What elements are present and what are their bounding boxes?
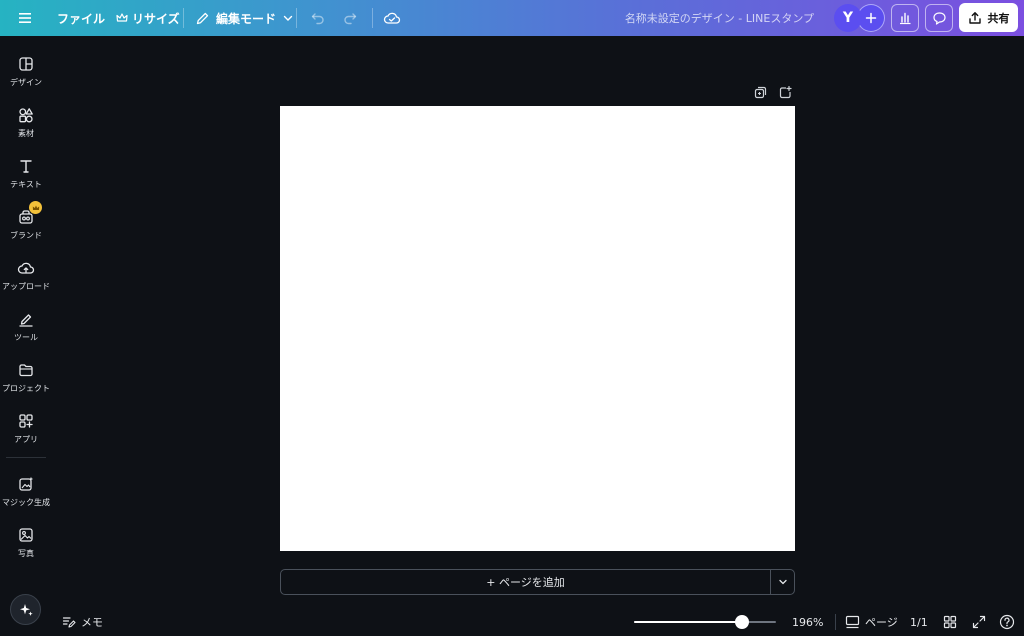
- zoom-level-label: 196%: [792, 615, 824, 629]
- text-icon: [18, 156, 34, 176]
- zoom-level-button[interactable]: 196%: [792, 612, 823, 632]
- top-toolbar: ファイル リサイズ 編集モード 名称未設定のデザイン - LINEスタンプ Y …: [0, 0, 1024, 36]
- sidebar-item-label: テキスト: [10, 180, 42, 189]
- add-page-icon-button[interactable]: [779, 86, 792, 100]
- cloud-check-icon: [383, 12, 401, 24]
- elements-icon: [18, 105, 34, 125]
- pages-button[interactable]: ページ: [845, 612, 898, 632]
- sidebar-item-uploads[interactable]: アップロード: [0, 256, 52, 300]
- sidebar-item-apps[interactable]: アプリ: [0, 409, 52, 453]
- sidebar-item-label: アプリ: [14, 435, 38, 444]
- sidebar-item-magic-media[interactable]: マジック生成: [0, 472, 52, 516]
- redo-button[interactable]: [342, 0, 358, 36]
- grid-view-icon: [943, 615, 957, 629]
- design-icon: [18, 54, 34, 74]
- resize-label: リサイズ: [132, 11, 180, 26]
- toolbar-divider: [183, 8, 184, 28]
- sidebar-item-label: デザイン: [10, 78, 42, 87]
- sidebar-item-label: ツール: [14, 333, 38, 342]
- sidebar-divider: [6, 457, 46, 458]
- file-menu-label: ファイル: [57, 11, 106, 26]
- notes-label: メモ: [81, 616, 103, 629]
- sidebar-item-tools[interactable]: ツール: [0, 307, 52, 351]
- apps-icon: [18, 411, 34, 431]
- draw-icon: [18, 309, 34, 329]
- zoom-slider-fill: [634, 621, 742, 623]
- sidebar-item-label: プロジェクト: [2, 384, 50, 393]
- sidebar-item-design[interactable]: デザイン: [0, 52, 52, 96]
- pages-icon: [845, 615, 860, 629]
- main-menu-button[interactable]: [14, 0, 36, 36]
- upload-share-icon: [968, 11, 981, 24]
- zoom-slider-thumb[interactable]: [735, 615, 749, 629]
- sidebar-item-label: マジック生成: [2, 498, 50, 507]
- chevron-down-icon: [778, 579, 787, 585]
- sidebar-item-label: アップロード: [2, 282, 50, 291]
- insights-button[interactable]: [891, 4, 919, 32]
- bar-chart-icon: [900, 12, 911, 25]
- chevron-down-icon: [283, 15, 293, 21]
- design-canvas[interactable]: [280, 106, 795, 551]
- plus-icon: [865, 12, 877, 24]
- avatar-initial: Y: [842, 10, 854, 26]
- share-button[interactable]: 共有: [959, 3, 1018, 32]
- sidebar-item-label: ブランド: [10, 231, 42, 240]
- undo-icon: [311, 13, 324, 25]
- sparkle-icon: [19, 603, 33, 616]
- edit-mode-dropdown[interactable]: 編集モード: [195, 0, 294, 36]
- folder-icon: [18, 360, 34, 380]
- photo-icon: [18, 525, 34, 545]
- magic-media-icon: [18, 474, 34, 494]
- left-sidebar: デザイン 素材 テキスト ブランド アップロード ツール プロジェクト アプリ …: [0, 36, 52, 636]
- pages-label: ページ: [865, 616, 898, 629]
- sidebar-item-label: 素材: [18, 129, 34, 138]
- sidebar-item-brand[interactable]: ブランド: [0, 201, 52, 249]
- help-button[interactable]: [999, 612, 1015, 632]
- add-page-icon: [779, 86, 792, 99]
- toolbar-divider: [372, 8, 373, 28]
- document-title[interactable]: 名称未設定のデザイン - LINEスタンプ: [625, 0, 814, 36]
- magic-assistant-button[interactable]: [10, 594, 41, 625]
- premium-crown-icon: [29, 201, 42, 214]
- help-icon: [999, 614, 1015, 630]
- document-title-text: 名称未設定のデザイン - LINEスタンプ: [624, 12, 814, 25]
- bottom-divider: [835, 614, 836, 630]
- sidebar-item-label: 写真: [18, 549, 34, 558]
- file-menu-button[interactable]: ファイル: [57, 0, 105, 36]
- add-page-bar: + ページを追加: [280, 569, 795, 595]
- add-page-button[interactable]: + ページを追加: [281, 570, 771, 594]
- duplicate-icon: [754, 86, 767, 99]
- grid-view-button[interactable]: [943, 612, 957, 632]
- edit-mode-label: 編集モード: [216, 11, 277, 26]
- user-avatar[interactable]: Y: [834, 4, 862, 32]
- add-page-options-button[interactable]: [771, 570, 794, 594]
- hamburger-menu-icon: [19, 13, 31, 23]
- fullscreen-icon: [972, 615, 986, 629]
- toolbar-divider: [296, 8, 297, 28]
- comments-button[interactable]: [925, 4, 953, 32]
- save-status-button[interactable]: [383, 0, 401, 36]
- share-label: 共有: [987, 11, 1010, 25]
- sidebar-item-elements[interactable]: 素材: [0, 103, 52, 147]
- notes-button[interactable]: メモ: [62, 612, 103, 632]
- undo-button[interactable]: [310, 0, 326, 36]
- page-counter: 1/1: [910, 612, 928, 632]
- page-toolbar: [754, 86, 792, 100]
- sidebar-item-photos[interactable]: 写真: [0, 523, 52, 567]
- add-page-label: + ページを追加: [486, 576, 565, 589]
- notes-icon: [62, 617, 76, 628]
- sidebar-item-text[interactable]: テキスト: [0, 154, 52, 198]
- fullscreen-button[interactable]: [972, 612, 986, 632]
- page-counter-text: 1/1: [910, 615, 928, 629]
- resize-button[interactable]: リサイズ: [116, 0, 180, 36]
- comment-icon: [932, 11, 946, 25]
- redo-icon: [344, 13, 357, 25]
- upload-cloud-icon: [17, 258, 35, 278]
- pencil-icon: [196, 12, 209, 24]
- sidebar-item-projects[interactable]: プロジェクト: [0, 358, 52, 402]
- duplicate-page-button[interactable]: [754, 86, 767, 100]
- crown-icon: [116, 13, 128, 22]
